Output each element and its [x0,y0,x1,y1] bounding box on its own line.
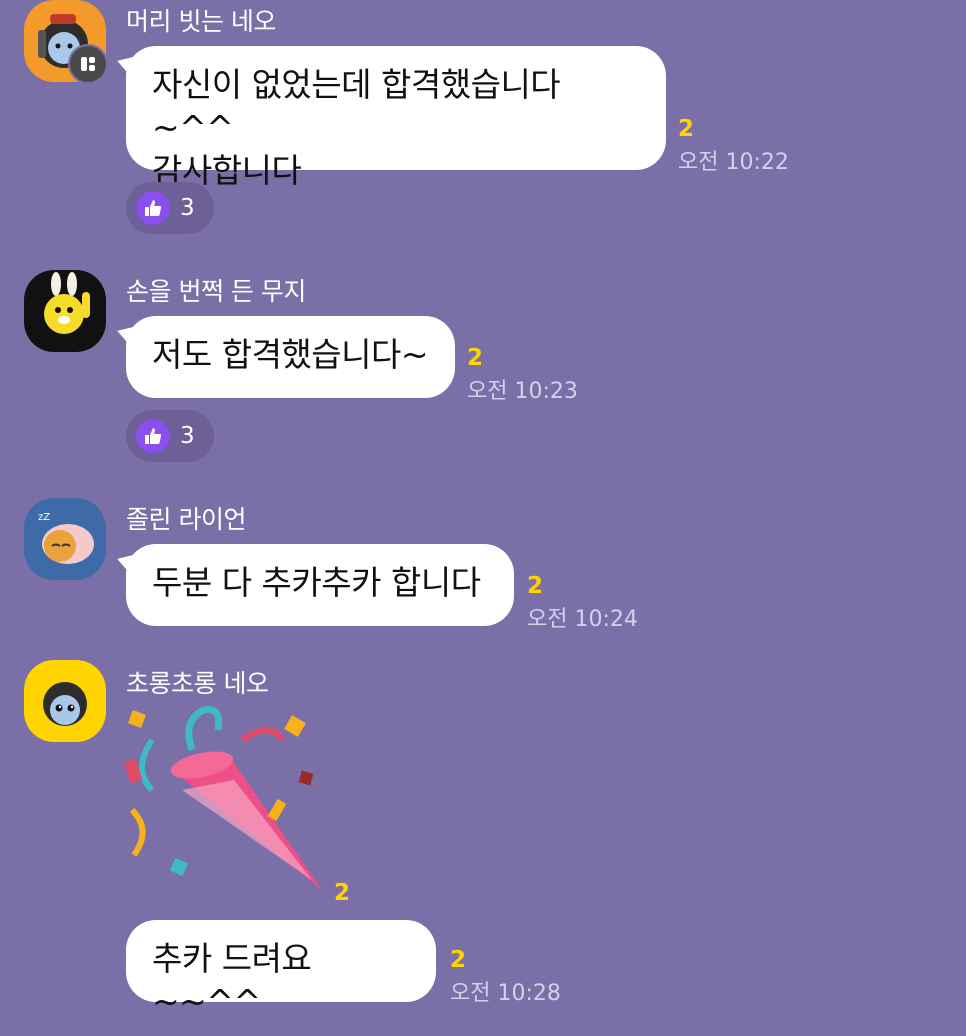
message-bubble[interactable]: 저도 합격했습니다~ [126,316,455,398]
sender-name: 졸린 라이언 [126,505,246,534]
profile-badge-icon [68,44,108,84]
message-time: 오전 10:28 [450,981,561,1006]
sender-name: 머리 빗는 네오 [126,7,276,36]
message-bubble[interactable]: 추카 드려요 ~~^^ [126,920,436,1021]
sender-name: 손을 번쩍 든 무지 [126,277,306,306]
sticker-meta: 2 [334,880,350,906]
thumbs-up-icon [136,419,170,453]
unread-count: 2 [450,947,467,973]
message-meta: 2 오전 10:24 [527,573,638,633]
party-popper-icon[interactable] [122,700,332,900]
message-meta: 2 오전 10:22 [678,116,789,176]
sender-avatar[interactable] [24,270,106,352]
sender-avatar[interactable] [24,660,106,742]
message-bubble[interactable]: 자신이 없었는데 합격했습니다~^^ 감사합니다 [126,46,666,190]
message-meta: 2 오전 10:23 [467,345,578,405]
message-time: 오전 10:22 [678,150,789,175]
muzi-raising-hand-avatar-icon [24,270,106,352]
thumbs-up-icon [136,191,170,225]
sleepy-ryan-avatar-icon: zZ [24,498,106,580]
reaction-count: 3 [180,195,195,221]
unread-count: 2 [334,880,351,906]
unread-count: 2 [467,345,484,371]
message-bubble[interactable]: 두분 다 추카추카 합니다 [126,544,514,626]
sparkly-neo-avatar-icon [24,660,106,742]
unread-count: 2 [527,573,544,599]
sender-avatar[interactable]: zZ [24,498,106,580]
message-time: 오전 10:23 [467,379,578,404]
reaction-chip[interactable]: 3 [126,182,214,234]
svg-text:zZ: zZ [38,512,50,523]
message-meta: 2 오전 10:28 [450,947,561,1007]
unread-count: 2 [678,116,695,142]
message-time: 오전 10:24 [527,607,638,632]
reaction-count: 3 [180,423,195,449]
reaction-chip[interactable]: 3 [126,410,214,462]
sender-name: 초롱초롱 네오 [126,669,269,698]
